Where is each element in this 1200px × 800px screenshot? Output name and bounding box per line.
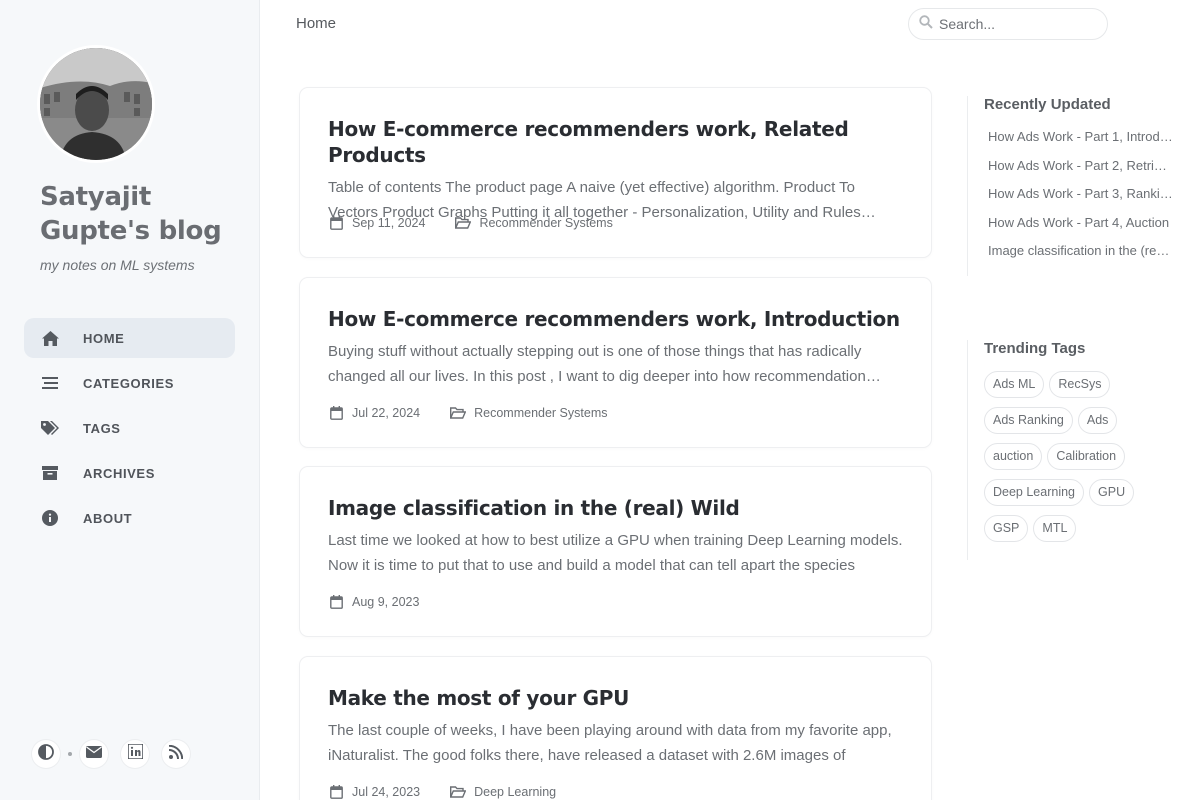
recently-updated-heading: Recently Updated xyxy=(984,96,1111,113)
post-excerpt: Buying stuff without actually stepping o… xyxy=(328,343,866,385)
post-meta: Jul 22, 2024 Recommender Systems xyxy=(328,405,607,421)
recently-updated-panel: Recently Updated How Ads Work - Part 1, … xyxy=(967,96,1174,276)
post-category-label: Deep Learning xyxy=(474,785,557,799)
post-date: Jul 22, 2024 xyxy=(352,406,421,420)
email-icon xyxy=(86,745,102,763)
tag-cloud: Ads ML RecSys Ads Ranking Ads auction Ca… xyxy=(984,371,1164,551)
post-category[interactable]: Deep Learning xyxy=(450,784,556,800)
sidebar-item-label: TAGS xyxy=(83,420,121,436)
post-title[interactable]: How E-commerce recommenders work, Relate… xyxy=(328,116,903,168)
post-meta: Sep 11, 2024 Recommender Systems xyxy=(328,215,613,231)
list-item[interactable]: How Ads Work - Part 2, Retrieval xyxy=(984,152,1174,181)
tags-icon xyxy=(41,419,59,437)
theme-toggle-icon xyxy=(38,743,54,765)
tag-chip[interactable]: GSP xyxy=(984,515,1029,542)
post-card[interactable]: How E-commerce recommenders work, Introd… xyxy=(300,278,931,447)
post-category[interactable]: Recommender Systems xyxy=(455,215,613,231)
post-title[interactable]: Make the most of your GPU xyxy=(328,685,903,711)
tag-chip[interactable]: Ads ML xyxy=(984,371,1045,398)
folder-open-icon xyxy=(455,215,472,231)
tag-chip[interactable]: MTL xyxy=(1033,515,1077,542)
sidebar-item-tags[interactable]: TAGS xyxy=(24,408,235,448)
post-excerpt: The last couple of weeks, I have been pl… xyxy=(328,722,892,764)
recently-updated-list: How Ads Work - Part 1, Introduction How … xyxy=(984,123,1174,266)
site-title-line1: Satyajit xyxy=(40,182,152,212)
info-circle-icon xyxy=(41,509,59,527)
post-date: Sep 11, 2024 xyxy=(352,216,426,230)
sidebar-nav: HOME CATEGORIES TAGS ARCHIVES ABOUT xyxy=(24,318,235,543)
post-excerpt: Last time we looked at how to best utili… xyxy=(328,532,903,574)
sidebar-item-label: CATEGORIES xyxy=(83,375,174,391)
tag-chip[interactable]: Ads xyxy=(1077,407,1118,434)
list-item[interactable]: How Ads Work - Part 3, Ranking xyxy=(984,180,1174,209)
tag-chip[interactable]: RecSys xyxy=(1049,371,1111,398)
avatar-photo xyxy=(40,48,152,160)
site-title[interactable]: Satyajit Gupte's blog xyxy=(40,180,222,248)
archive-icon xyxy=(41,464,59,482)
search-input[interactable] xyxy=(939,16,1099,32)
stream-icon xyxy=(41,374,59,392)
tag-chip[interactable]: Deep Learning xyxy=(984,479,1085,506)
post-title[interactable]: Image classification in the (real) Wild xyxy=(328,495,903,521)
theme-toggle-button[interactable] xyxy=(32,740,60,768)
sidebar: Satyajit Gupte's blog my notes on ML sys… xyxy=(0,0,260,800)
site-title-line2: Gupte's blog xyxy=(40,216,222,246)
trending-tags-heading: Trending Tags xyxy=(984,340,1086,357)
post-category[interactable]: Recommender Systems xyxy=(450,405,607,421)
sidebar-bottom-links xyxy=(32,740,190,768)
email-button[interactable] xyxy=(80,740,108,768)
search-box[interactable] xyxy=(908,8,1108,40)
list-item[interactable]: How Ads Work - Part 4, Auction xyxy=(984,209,1174,238)
list-item[interactable]: Image classification in the (real) Wild xyxy=(984,237,1174,266)
rss-button[interactable] xyxy=(162,740,190,768)
sidebar-item-categories[interactable]: CATEGORIES xyxy=(24,363,235,403)
post-title[interactable]: How E-commerce recommenders work, Introd… xyxy=(328,306,903,332)
site-subtitle: my notes on ML systems xyxy=(40,257,195,273)
breadcrumb: Home xyxy=(296,15,337,32)
post-category-label: Recommender Systems xyxy=(479,216,613,230)
tag-chip[interactable]: auction xyxy=(984,443,1043,470)
linkedin-button[interactable] xyxy=(121,740,149,768)
folder-open-icon xyxy=(450,405,467,421)
sidebar-item-home[interactable]: HOME xyxy=(24,318,235,358)
post-date: Aug 9, 2023 xyxy=(352,595,420,609)
sidebar-item-label: HOME xyxy=(83,330,125,346)
post-card[interactable]: Image classification in the (real) Wild … xyxy=(300,467,931,636)
sidebar-item-about[interactable]: ABOUT xyxy=(24,498,235,538)
calendar-icon xyxy=(328,594,344,610)
search-icon xyxy=(919,14,933,34)
post-card[interactable]: Make the most of your GPU The last coupl… xyxy=(300,657,931,800)
calendar-icon xyxy=(328,405,344,421)
rss-icon xyxy=(168,744,184,764)
post-card[interactable]: How E-commerce recommenders work, Relate… xyxy=(300,88,931,257)
tag-chip[interactable]: Calibration xyxy=(1047,443,1126,470)
tag-chip[interactable]: GPU xyxy=(1089,479,1135,506)
post-category-label: Recommender Systems xyxy=(474,406,608,420)
sidebar-item-label: ARCHIVES xyxy=(83,465,155,481)
linkedin-icon xyxy=(126,743,144,764)
sidebar-item-archives[interactable]: ARCHIVES xyxy=(24,453,235,493)
list-item[interactable]: How Ads Work - Part 1, Introduction xyxy=(984,123,1174,152)
home-icon xyxy=(41,329,59,347)
trending-tags-panel: Trending Tags Ads ML RecSys Ads Ranking … xyxy=(967,340,1164,560)
separator-dot xyxy=(68,752,72,756)
calendar-icon xyxy=(328,215,344,231)
post-meta: Aug 9, 2023 xyxy=(328,594,419,610)
post-meta: Jul 24, 2023 Deep Learning xyxy=(328,784,556,800)
avatar[interactable] xyxy=(40,48,152,160)
folder-open-icon xyxy=(450,784,467,800)
post-date: Jul 24, 2023 xyxy=(352,785,421,799)
calendar-icon xyxy=(328,784,344,800)
sidebar-item-label: ABOUT xyxy=(83,510,133,526)
tag-chip[interactable]: Ads Ranking xyxy=(984,407,1073,434)
